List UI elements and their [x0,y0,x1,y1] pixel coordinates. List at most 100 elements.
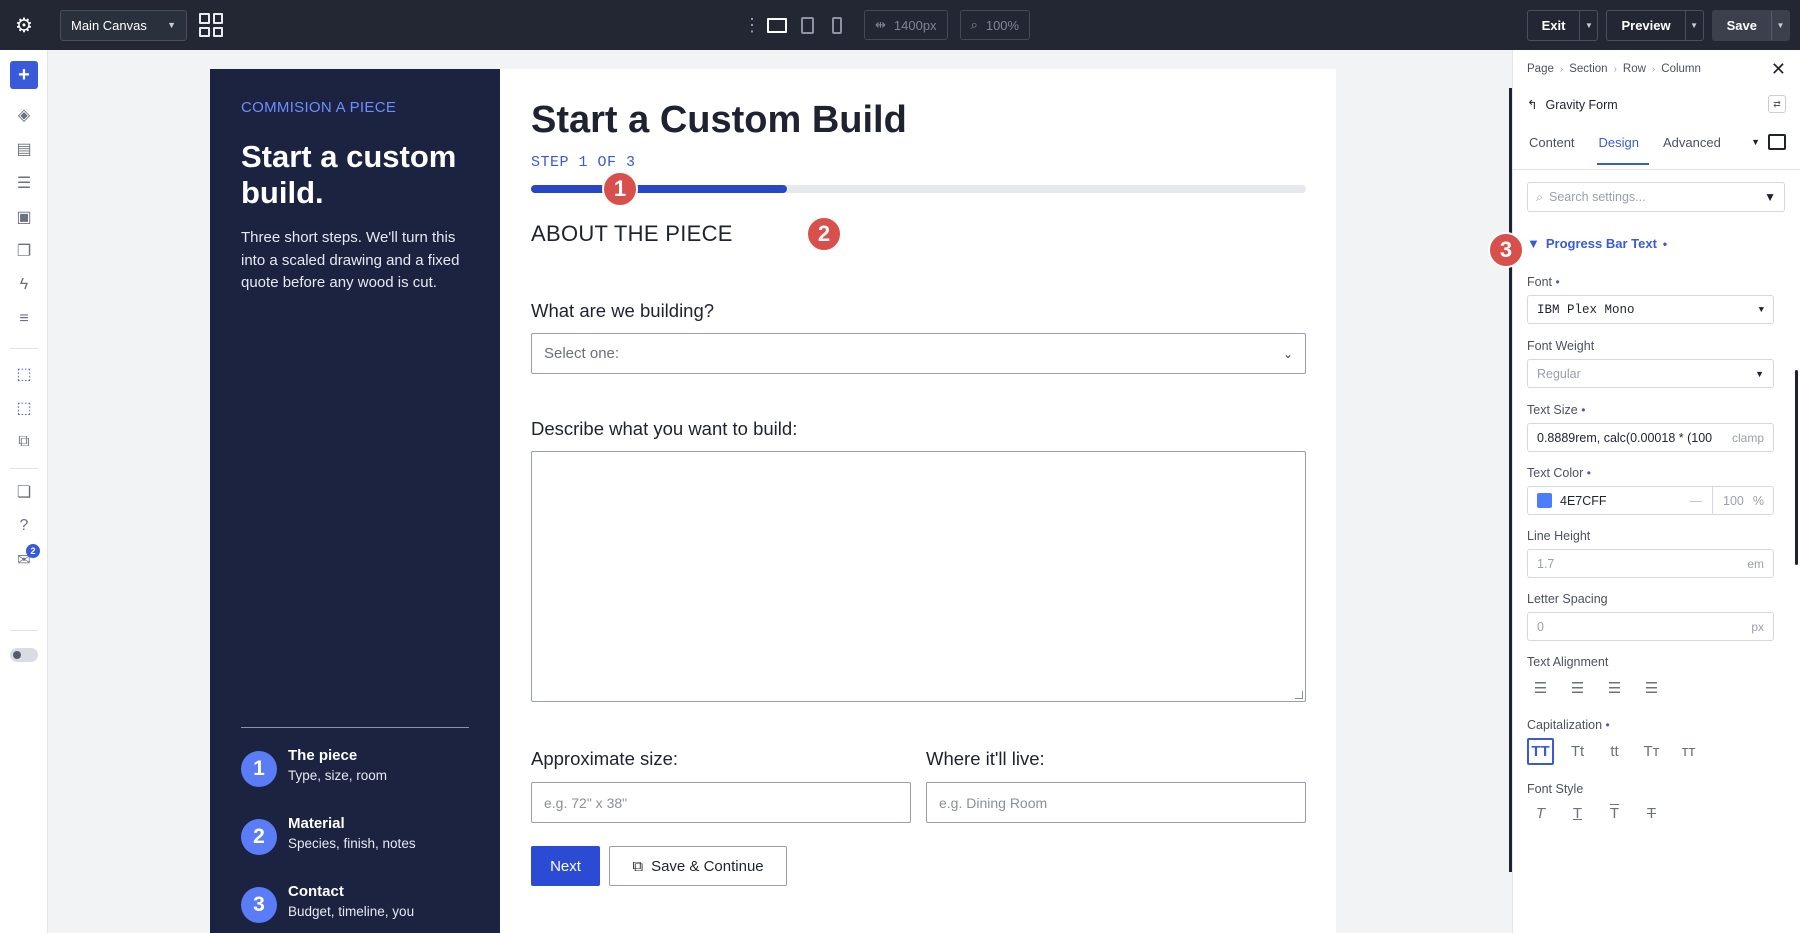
size-input[interactable]: e.g. 72" x 38" [531,782,911,823]
field-label-size: Approximate size: [531,748,679,769]
breadcrumb-item[interactable]: Section [1569,63,1607,75]
line-height-label: Line Height [1527,529,1591,543]
exit-button[interactable]: Exit ▼ [1526,9,1599,41]
save-button[interactable]: Save ▼ [1711,9,1790,41]
modified-dot-icon: • [1605,718,1610,732]
presets-icon[interactable]: ≡ [12,307,36,331]
close-icon[interactable]: ✕ [1771,59,1786,80]
letter-spacing-unit[interactable]: px [1751,620,1764,634]
canvas-select[interactable]: Main Canvas ▼ [60,9,187,41]
preview-frame-icon[interactable] [1768,134,1786,150]
group-progress-bar-text[interactable]: ▼ Progress Bar Text • [1527,236,1667,251]
location-input[interactable]: e.g. Dining Room [926,782,1306,823]
exit-dropdown-icon[interactable]: ▼ [1579,10,1597,40]
line-height-input[interactable]: 1.7 em [1527,549,1774,578]
resize-handle-icon[interactable] [1295,691,1303,699]
breadcrumb-item[interactable]: Column [1661,63,1701,75]
align-center-icon[interactable]: ☰ [1564,674,1591,701]
desktop-icon [767,17,787,33]
tablet-view-button[interactable] [792,0,822,50]
font-select[interactable]: IBM Plex Mono ▼ [1527,295,1774,324]
tab-dropdown-icon[interactable]: ▼ [1751,137,1760,147]
settings-search[interactable]: ⌕ Search settings... ▼ [1527,182,1785,212]
underline-icon[interactable]: T [1564,800,1591,827]
line-height-unit[interactable]: em [1747,557,1764,571]
building-select[interactable]: Select one: ⌄ [531,333,1306,374]
panel-scrollbar[interactable] [1795,370,1798,565]
strikethrough-icon[interactable]: T [1638,800,1665,827]
select-tool-icon[interactable]: ⬚ [12,362,36,386]
add-element-button[interactable]: + [10,61,38,89]
text-size-input[interactable]: 0.8889rem, calc(0.00018 * (100 clamp [1527,423,1774,452]
overline-icon[interactable]: T [1601,800,1628,827]
letter-spacing-input[interactable]: 0 px [1527,612,1774,641]
library-icon[interactable]: ❏ [12,480,36,504]
align-justify-icon[interactable]: ☰ [1638,674,1665,701]
zoom-field[interactable]: ⌕ 100% [959,10,1031,40]
align-right-icon[interactable]: ☰ [1601,674,1628,701]
font-weight-select[interactable]: Regular ▼ [1527,359,1774,388]
module-options-icon[interactable]: ⇄ [1768,95,1786,113]
tab-advanced[interactable]: Advanced [1661,132,1731,165]
phone-view-button[interactable] [822,0,852,50]
preview-button[interactable]: Preview ▼ [1606,9,1704,41]
canvas-select-value: Main Canvas [71,17,147,33]
tab-design[interactable]: Design [1596,132,1650,165]
save-dropdown-icon[interactable]: ▼ [1771,10,1789,40]
save-continue-button[interactable]: ⧉ Save & Continue [609,846,787,886]
help-icon[interactable]: ? [12,514,36,538]
desktop-view-button[interactable] [762,0,792,50]
more-vertical-icon[interactable]: ⋮ [742,15,762,36]
describe-textarea[interactable] [531,451,1306,702]
location-placeholder: e.g. Dining Room [939,794,1048,811]
intro-headline: Start a custom build. [241,139,457,210]
theme-builder-icon[interactable]: ▤ [12,137,36,161]
intro-paragraph: Three short steps. We'll turn this into … [241,229,460,291]
step-number: 2 [241,819,277,855]
database-icon[interactable]: ☰ [12,171,36,195]
module-header: ↰ Gravity Form [1527,97,1618,113]
eyebrow-text: COMMISION A PIECE [241,99,397,116]
back-arrow-icon[interactable]: ↰ [1527,97,1537,112]
next-button[interactable]: Next [531,846,600,886]
settings-gear-icon[interactable]: ⚙ [0,0,48,50]
layouts-grid-icon[interactable] [199,13,223,37]
italic-icon[interactable]: T [1527,800,1554,827]
uppercase-option[interactable]: TT [1527,738,1554,765]
expand-triangle-icon: ▼ [1527,236,1540,251]
breadcrumb-chevron-icon: › [1651,63,1656,75]
capitalize-option[interactable]: Tt [1564,738,1591,765]
text-size-unit[interactable]: clamp [1732,431,1764,445]
annotation-marker: 3 [1488,232,1524,268]
text-color-input[interactable]: 4E7CFF — 100 % [1527,486,1774,515]
lowercase-option[interactable]: tt [1601,738,1628,765]
font-weight-value: Regular [1537,366,1581,381]
variables-icon[interactable]: ▣ [12,205,36,229]
wireframe-toggle[interactable] [10,648,38,662]
tablet-icon [800,16,814,34]
modified-dot-icon: • [1581,403,1586,417]
text-alignment-options: ☰ ☰ ☰ ☰ [1527,674,1665,701]
small-caps-option[interactable]: ᴛᴛ [1675,738,1702,765]
text-color-value: 4E7CFF [1560,493,1607,508]
form-card: COMMISION A PIECE Start a custom build. … [210,69,1336,933]
filter-icon[interactable]: ▼ [1764,190,1776,204]
text-color-label: Text Color • [1527,466,1591,480]
annotation-marker: 1 [602,171,638,207]
breadcrumb-item[interactable]: Row [1623,63,1646,75]
lightning-icon[interactable]: ϟ [12,273,36,297]
breadcrumb-item[interactable]: Page [1527,63,1554,75]
color-swatch[interactable] [1537,493,1552,508]
form-title: Start a Custom Build [531,99,907,141]
title-case-option[interactable]: Tт [1638,738,1665,765]
canvas-width-field[interactable]: ⇹ 1400px [864,10,948,40]
multi-select-icon[interactable]: ⬚ [12,396,36,420]
layers-icon[interactable]: ◈ [12,103,36,127]
pages-icon[interactable]: ❐ [12,239,36,263]
opacity-input[interactable]: 100 % [1713,494,1773,508]
font-style-options: T T T T [1527,800,1665,827]
preview-dropdown-icon[interactable]: ▼ [1684,10,1703,40]
loop-builder-icon[interactable]: ⧉ [12,430,36,454]
tab-content[interactable]: Content [1527,132,1585,165]
align-left-icon[interactable]: ☰ [1527,674,1554,701]
